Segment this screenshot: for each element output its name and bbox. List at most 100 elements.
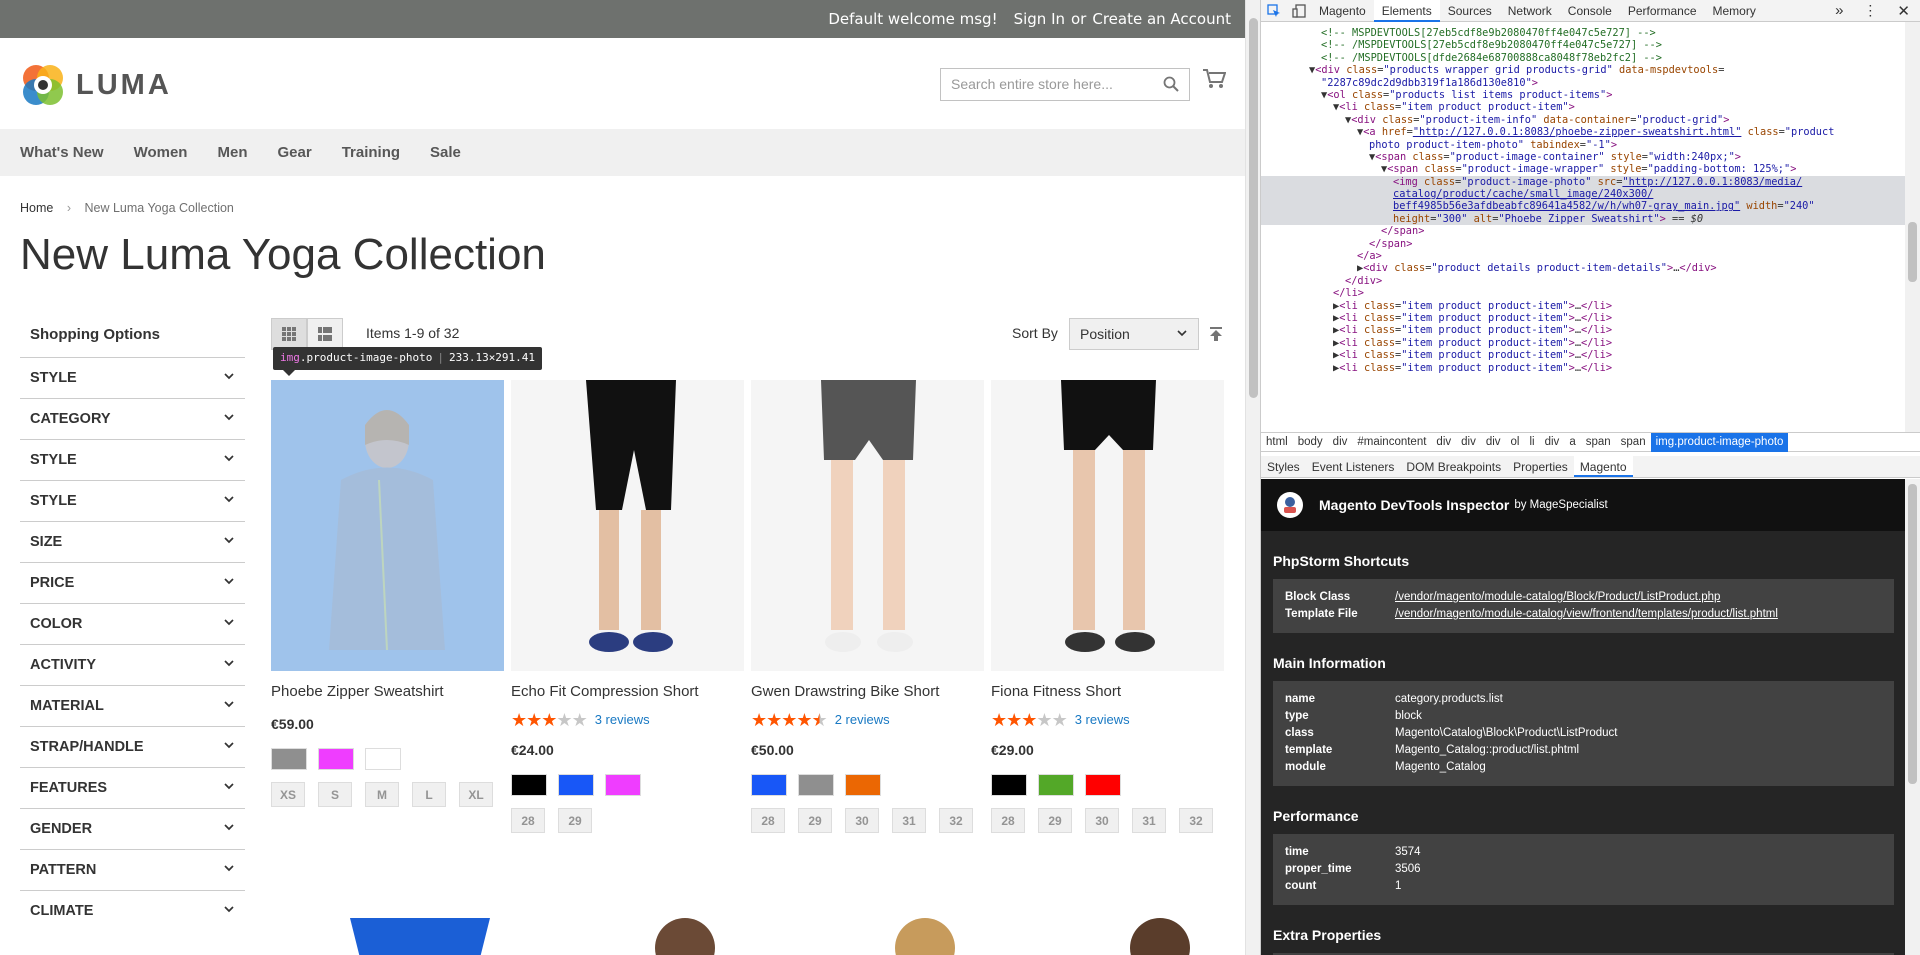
dom-line[interactable]: </a> bbox=[1261, 250, 1920, 262]
dom-breadcrumb-item[interactable]: li bbox=[1524, 433, 1539, 452]
size-swatch[interactable]: 28 bbox=[991, 808, 1025, 833]
nav-item-men[interactable]: Men bbox=[217, 144, 247, 161]
dom-line[interactable]: beff4985b56e3afdbeabfc89641a4582/w/h/wh0… bbox=[1261, 200, 1920, 213]
inspector-scrollbar[interactable] bbox=[1905, 479, 1920, 955]
color-swatch[interactable] bbox=[605, 774, 641, 796]
dom-line[interactable]: ▶<li class="item product product-item">…… bbox=[1261, 362, 1920, 374]
dom-line[interactable]: height="300" alt="Phoebe Zipper Sweatshi… bbox=[1261, 212, 1920, 226]
filter-gender[interactable]: GENDER bbox=[20, 808, 245, 849]
product-name[interactable]: Phoebe Zipper Sweatshirt bbox=[271, 683, 504, 700]
devtools-tab-elements[interactable]: Elements bbox=[1373, 0, 1440, 22]
search-input[interactable]: Search entire store here... bbox=[940, 68, 1190, 101]
dom-line[interactable]: ▶<li class="item product product-item">…… bbox=[1261, 324, 1920, 336]
dom-breadcrumb-item[interactable]: img.product-image-photo bbox=[1650, 432, 1789, 452]
filter-style[interactable]: STYLE bbox=[20, 439, 245, 480]
dom-line[interactable]: ▼<a href="http://127.0.0.1:8083/phoebe-z… bbox=[1261, 126, 1920, 138]
size-swatch[interactable]: L bbox=[412, 782, 446, 807]
device-toolbar-icon[interactable] bbox=[1286, 0, 1311, 22]
nav-item-whats-new[interactable]: What's New bbox=[20, 144, 104, 161]
sort-direction-icon[interactable] bbox=[1209, 326, 1223, 342]
product-name[interactable]: Fiona Fitness Short bbox=[991, 683, 1224, 700]
filter-activity[interactable]: ACTIVITY bbox=[20, 644, 245, 685]
search-icon[interactable] bbox=[1163, 76, 1179, 92]
dom-line[interactable]: photo product-item-photo" tabindex="-1"> bbox=[1261, 139, 1920, 151]
devtools-tab-sources[interactable]: Sources bbox=[1440, 0, 1500, 22]
dom-line[interactable]: ▶<li class="item product product-item">…… bbox=[1261, 337, 1920, 349]
color-swatch[interactable] bbox=[798, 774, 834, 796]
filter-style[interactable]: STYLE bbox=[20, 357, 245, 398]
color-swatch[interactable] bbox=[1038, 774, 1074, 796]
dom-line[interactable]: ▶<div class="product details product-ite… bbox=[1261, 262, 1920, 274]
product-image[interactable] bbox=[511, 380, 744, 671]
nav-item-women[interactable]: Women bbox=[134, 144, 188, 161]
luma-logo[interactable]: LUMA bbox=[20, 62, 172, 108]
dom-line[interactable]: <!-- /MSPDEVTOOLS[27eb5cdf8e9b2080470ff4… bbox=[1261, 39, 1920, 51]
size-swatch[interactable]: 32 bbox=[939, 808, 973, 833]
product-image[interactable] bbox=[751, 380, 984, 671]
size-swatch[interactable]: XL bbox=[459, 782, 493, 807]
dom-breadcrumb-item[interactable]: div bbox=[1328, 433, 1353, 452]
filter-category[interactable]: CATEGORY bbox=[20, 398, 245, 439]
property-value[interactable]: /vendor/magento/module-catalog/Block/Pro… bbox=[1395, 589, 1720, 606]
filter-style[interactable]: STYLE bbox=[20, 480, 245, 521]
dom-line[interactable]: ▼<span class="product-image-container" s… bbox=[1261, 151, 1920, 163]
dom-line[interactable]: <!-- MSPDEVTOOLS[27eb5cdf8e9b2080470ff4e… bbox=[1261, 27, 1920, 39]
sort-by-select[interactable]: Position bbox=[1069, 318, 1199, 350]
dom-line[interactable]: ▶<li class="item product product-item">…… bbox=[1261, 300, 1920, 312]
size-swatch[interactable]: 30 bbox=[1085, 808, 1119, 833]
dom-breadcrumb-item[interactable]: div bbox=[1431, 433, 1456, 452]
product-image[interactable] bbox=[991, 380, 1224, 671]
size-swatch[interactable]: 29 bbox=[558, 808, 592, 833]
scrollbar-thumb[interactable] bbox=[1249, 18, 1258, 398]
size-swatch[interactable]: 29 bbox=[798, 808, 832, 833]
nav-item-training[interactable]: Training bbox=[342, 144, 400, 161]
dom-line[interactable]: </li> bbox=[1261, 287, 1920, 299]
filter-features[interactable]: FEATURES bbox=[20, 767, 245, 808]
kebab-menu-icon[interactable]: ⋮ bbox=[1853, 2, 1887, 19]
size-swatch[interactable]: 28 bbox=[511, 808, 545, 833]
size-swatch[interactable]: S bbox=[318, 782, 352, 807]
product-name[interactable]: Echo Fit Compression Short bbox=[511, 683, 744, 700]
reviews-link[interactable]: 3 reviews bbox=[1075, 712, 1130, 727]
filter-climate[interactable]: CLIMATE bbox=[20, 890, 245, 931]
more-tabs-icon[interactable]: » bbox=[1825, 2, 1853, 19]
size-swatch[interactable]: 32 bbox=[1179, 808, 1213, 833]
devtools-tab-network[interactable]: Network bbox=[1500, 0, 1560, 22]
color-swatch[interactable] bbox=[1085, 774, 1121, 796]
filter-price[interactable]: PRICE bbox=[20, 562, 245, 603]
dom-line[interactable]: ▼<li class="item product product-item"> bbox=[1261, 101, 1920, 113]
dom-tree-scrollbar[interactable] bbox=[1905, 22, 1920, 432]
product-image[interactable] bbox=[271, 380, 504, 671]
dom-line[interactable]: <img class="product-image-photo" src="ht… bbox=[1261, 175, 1920, 189]
sidebar-tab-magento[interactable]: Magento bbox=[1573, 456, 1633, 477]
reviews-link[interactable]: 3 reviews bbox=[595, 712, 650, 727]
dom-line[interactable]: ▼<div class="product-item-info" data-con… bbox=[1261, 114, 1920, 126]
sidebar-tab-dom-breakpoints[interactable]: DOM Breakpoints bbox=[1400, 456, 1507, 477]
nav-item-sale[interactable]: Sale bbox=[430, 144, 461, 161]
dom-breadcrumb-item[interactable]: span bbox=[1581, 433, 1616, 452]
reviews-link[interactable]: 2 reviews bbox=[835, 712, 890, 727]
dom-line[interactable]: </span> bbox=[1261, 238, 1920, 250]
size-swatch[interactable]: 30 bbox=[845, 808, 879, 833]
devtools-tab-memory[interactable]: Memory bbox=[1705, 0, 1764, 22]
color-swatch[interactable] bbox=[845, 774, 881, 796]
sidebar-tab-properties[interactable]: Properties bbox=[1507, 456, 1574, 477]
dom-breadcrumb-item[interactable]: #maincontent bbox=[1352, 433, 1431, 452]
inspect-element-icon[interactable] bbox=[1261, 0, 1286, 22]
dom-line[interactable]: </span> bbox=[1261, 225, 1920, 237]
dom-tree[interactable]: <!-- MSPDEVTOOLS[27eb5cdf8e9b2080470ff4e… bbox=[1261, 22, 1920, 432]
dom-line[interactable]: <!-- /MSPDEVTOOLS[dfde2684e68700888ca804… bbox=[1261, 52, 1920, 64]
devtools-tab-magento[interactable]: Magento bbox=[1311, 0, 1374, 22]
sidebar-tab-styles[interactable]: Styles bbox=[1261, 456, 1306, 477]
dom-line[interactable]: ▶<li class="item product product-item">…… bbox=[1261, 312, 1920, 324]
filter-color[interactable]: COLOR bbox=[20, 603, 245, 644]
create-account-link[interactable]: Create an Account bbox=[1092, 10, 1231, 28]
sidebar-tab-event-listeners[interactable]: Event Listeners bbox=[1306, 456, 1401, 477]
size-swatch[interactable]: XS bbox=[271, 782, 305, 807]
nav-item-gear[interactable]: Gear bbox=[277, 144, 311, 161]
size-swatch[interactable]: 29 bbox=[1038, 808, 1072, 833]
grid-view-button[interactable] bbox=[271, 318, 307, 350]
color-swatch[interactable] bbox=[271, 748, 307, 770]
list-view-button[interactable] bbox=[307, 318, 343, 350]
dom-breadcrumb-item[interactable]: div bbox=[1481, 433, 1506, 452]
